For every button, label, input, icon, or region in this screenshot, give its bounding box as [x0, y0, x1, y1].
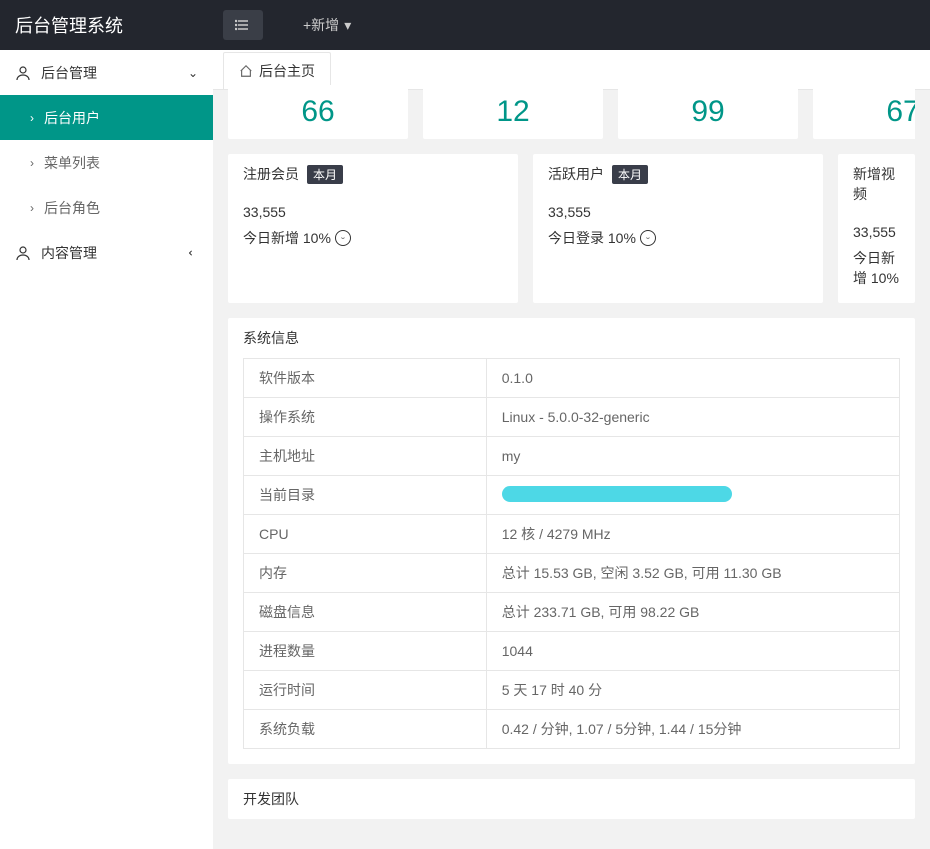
sysinfo-value: 总计 15.53 GB, 空闲 3.52 GB, 可用 11.30 GB [486, 554, 899, 593]
sysinfo-key: 磁盘信息 [244, 593, 487, 632]
sidebar-item-label: 后台角色 [44, 198, 100, 218]
stat-card: 12 [423, 85, 603, 139]
sysinfo-value [486, 476, 899, 515]
stat-value: 12 [438, 95, 588, 129]
sysinfo-key: 系统负载 [244, 710, 487, 749]
sysinfo-table: 软件版本0.1.0操作系统Linux - 5.0.0-32-generic主机地… [243, 358, 900, 749]
sysinfo-key: 进程数量 [244, 632, 487, 671]
sysinfo-value: 0.1.0 [486, 359, 899, 398]
chevron-left-icon: ⌄ [186, 247, 200, 257]
table-row: 主机地址my [244, 437, 900, 476]
card-sub: 今日新增 10% [853, 248, 900, 288]
sidebar-section-label: 内容管理 [41, 243, 97, 263]
sidebar: 后台管理 ⌄ › 后台用户 › 菜单列表 › 后台角色 内容管理 ⌄ [0, 50, 213, 849]
sidebar-item-label: 菜单列表 [44, 153, 100, 173]
sysinfo-key: 当前目录 [244, 476, 487, 515]
table-row: 磁盘信息总计 233.71 GB, 可用 98.22 GB [244, 593, 900, 632]
table-row: 操作系统Linux - 5.0.0-32-generic [244, 398, 900, 437]
stat-value: 67 [828, 95, 915, 129]
chevron-right-icon: › [30, 201, 34, 215]
table-row: 进程数量1044 [244, 632, 900, 671]
card-value: 33,555 [243, 204, 503, 220]
card-videos: 新增视频 33,555 今日新增 10% [838, 154, 915, 303]
panel-title: 开发团队 [228, 779, 915, 819]
menu-toggle-button[interactable] [223, 10, 263, 40]
sidebar-section-label: 后台管理 [41, 63, 97, 83]
table-row: 运行时间5 天 17 时 40 分 [244, 671, 900, 710]
sysinfo-value: 0.42 / 分钟, 1.07 / 5分钟, 1.44 / 15分钟 [486, 710, 899, 749]
stat-card: 66 [228, 85, 408, 139]
table-row: CPU12 核 / 4279 MHz [244, 515, 900, 554]
smile-icon: ᵕ [640, 230, 656, 246]
sidebar-item-menus[interactable]: › 菜单列表 [0, 140, 213, 185]
sidebar-item-roles[interactable]: › 后台角色 [0, 185, 213, 230]
tab-bar: 后台主页 [213, 50, 930, 90]
sysinfo-key: CPU [244, 515, 487, 554]
home-icon [239, 64, 253, 78]
card-value: 33,555 [548, 204, 808, 220]
logo: 后台管理系统 [0, 12, 213, 38]
sysinfo-panel: 系统信息 软件版本0.1.0操作系统Linux - 5.0.0-32-gener… [228, 318, 915, 764]
sysinfo-value: 1044 [486, 632, 899, 671]
table-row: 软件版本0.1.0 [244, 359, 900, 398]
caret-down-icon: ▾ [344, 17, 351, 34]
card-badge: 本月 [307, 165, 343, 184]
list-icon [235, 17, 251, 33]
tab-label: 后台主页 [259, 61, 315, 81]
redacted-value [502, 486, 732, 502]
card-badge: 本月 [612, 165, 648, 184]
sysinfo-value: 5 天 17 时 40 分 [486, 671, 899, 710]
stat-value: 66 [243, 95, 393, 129]
card-sub: 今日新增 10% [243, 228, 331, 248]
sysinfo-key: 软件版本 [244, 359, 487, 398]
tab-home[interactable]: 后台主页 [223, 52, 331, 89]
sysinfo-value: 12 核 / 4279 MHz [486, 515, 899, 554]
sysinfo-value: my [486, 437, 899, 476]
card-title: 活跃用户 [548, 164, 604, 184]
team-panel: 开发团队 [228, 779, 915, 819]
sidebar-section-content[interactable]: 内容管理 ⌄ [0, 230, 213, 275]
new-action-dropdown[interactable]: +新增 ▾ [303, 15, 351, 35]
new-action-label: +新增 [303, 15, 339, 35]
user-icon [15, 65, 31, 81]
sidebar-section-admin[interactable]: 后台管理 ⌄ [0, 50, 213, 95]
sidebar-item-label: 后台用户 [44, 108, 100, 128]
header-bar: 后台管理系统 +新增 ▾ [0, 0, 930, 50]
chevron-right-icon: › [30, 156, 34, 170]
stat-card: 67 [813, 85, 915, 139]
sysinfo-key: 操作系统 [244, 398, 487, 437]
chevron-right-icon: › [30, 111, 34, 125]
chevron-down-icon: ⌄ [188, 66, 198, 80]
table-row: 当前目录 [244, 476, 900, 515]
card-title: 新增视频 [853, 164, 900, 204]
card-active: 活跃用户 本月 33,555 今日登录 10%ᵕ [533, 154, 823, 303]
card-sub: 今日登录 10% [548, 228, 636, 248]
table-row: 内存总计 15.53 GB, 空闲 3.52 GB, 可用 11.30 GB [244, 554, 900, 593]
stat-card: 99 [618, 85, 798, 139]
panel-title: 系统信息 [228, 318, 915, 358]
card-value: 33,555 [853, 224, 900, 240]
sysinfo-key: 运行时间 [244, 671, 487, 710]
smile-icon: ᵕ [335, 230, 351, 246]
card-registered: 注册会员 本月 33,555 今日新增 10%ᵕ [228, 154, 518, 303]
user-icon [15, 245, 31, 261]
sysinfo-value: Linux - 5.0.0-32-generic [486, 398, 899, 437]
sysinfo-key: 内存 [244, 554, 487, 593]
sysinfo-key: 主机地址 [244, 437, 487, 476]
table-row: 系统负载0.42 / 分钟, 1.07 / 5分钟, 1.44 / 15分钟 [244, 710, 900, 749]
sysinfo-value: 总计 233.71 GB, 可用 98.22 GB [486, 593, 899, 632]
sidebar-item-users[interactable]: › 后台用户 [0, 95, 213, 140]
stat-value: 99 [633, 95, 783, 129]
card-title: 注册会员 [243, 164, 299, 184]
